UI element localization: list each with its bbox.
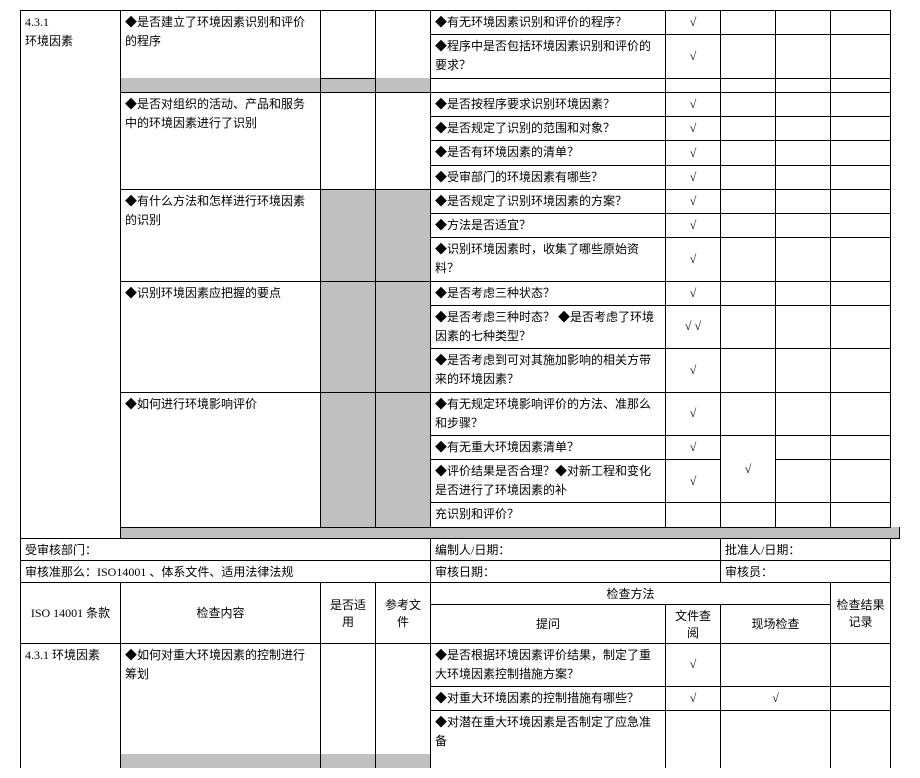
question: ◆是否有环境因素的清单？: [431, 141, 666, 165]
content-cell: ◆识别环境因素应把握的要点: [121, 281, 321, 392]
question: ◆是否考虑三种状态？: [431, 281, 666, 305]
hdr-method: 检查方法: [431, 582, 831, 604]
question: ◆是否根据环境因素评价结果，制定了重大环境因素控制措施方案？: [431, 643, 666, 686]
shaded-gap: [121, 527, 900, 538]
question: ◆程序中是否包括环境因素识别和评价的要求？: [431, 35, 666, 78]
question: ◆评价结果是否合理？◆对新工程和变化是否进行了环境因素的补: [431, 460, 666, 503]
clause-cell: 4.3.1 环境因素: [21, 643, 121, 767]
question: ◆对重大环境因素的控制措施有哪些？: [431, 687, 666, 711]
editor-label: 编制人/日期：: [431, 538, 721, 560]
question: ◆有无重大环境因素清单？: [431, 435, 666, 459]
question: ◆是否规定了识别的范围和对象？: [431, 117, 666, 141]
question: ◆方法是否适宜？: [431, 214, 666, 238]
hdr-refdoc: 参考文件: [376, 582, 431, 643]
question: ◆是否按程序要求识别环境因素？: [431, 93, 666, 117]
content-cell: ◆是否对组织的活动、产品和服务中的环境因素进行了识别: [121, 93, 321, 190]
shaded-gap: [121, 754, 321, 768]
doc-check: √: [666, 11, 721, 35]
content-cell: ◆如何进行环境影响评价: [121, 392, 321, 527]
auditdate-label: 审核日期：: [431, 560, 721, 582]
hdr-clause: ISO 14001 条款: [21, 582, 121, 643]
hdr-content: 检查内容: [121, 582, 321, 643]
content-cell: ◆是否建立了环境因素识别和评价的程序: [121, 11, 321, 79]
question: ◆是否考虑到可对其施加影响的相关方带来的环境因素？: [431, 349, 666, 392]
approver-label: 批准人/日期：: [721, 538, 891, 560]
question: ◆受审部门的环境因素有哪些？: [431, 165, 666, 189]
hdr-result: 检查结果记录: [831, 582, 891, 643]
question: ◆有无环境因素识别和评价的程序？: [431, 11, 666, 35]
hdr-applicable: 是否适用: [321, 582, 376, 643]
shaded-gap: [121, 78, 321, 93]
audit-table: 4.3.1环境因素 ◆是否建立了环境因素识别和评价的程序 ◆有无环境因素识别和评…: [20, 10, 900, 768]
hdr-question: 提问: [431, 604, 666, 643]
question: ◆是否考虑三种时态？ ◆是否考虑了环境因素的七种类型？: [431, 305, 666, 348]
criteria-label: 审核准那么：ISO14001 、体系文件、适用法律法规: [21, 560, 431, 582]
hdr-docreview: 文件查阅: [666, 604, 721, 643]
content-cell: ◆如何对重大环境因素的控制进行筹划: [121, 643, 321, 753]
auditor-label: 审核员：: [721, 560, 891, 582]
question: ◆对潜在重大环境因素是否制定了应急准备: [431, 711, 666, 754]
question: ◆是否规定了识别环境因素的方案？: [431, 189, 666, 213]
hdr-siteinspect: 现场检查: [721, 604, 831, 643]
question: ◆识别环境因素时，收集了哪些原始资料？: [431, 238, 666, 281]
question: ◆有无规定环境影响评价的方法、准那么和步骤？: [431, 392, 666, 435]
question: 充识别和评价？: [431, 503, 666, 527]
clause-cell: 4.3.1环境因素: [21, 11, 121, 539]
dept-label: 受审核部门：: [21, 538, 431, 560]
content-cell: ◆有什么方法和怎样进行环境因素的识别: [121, 189, 321, 281]
